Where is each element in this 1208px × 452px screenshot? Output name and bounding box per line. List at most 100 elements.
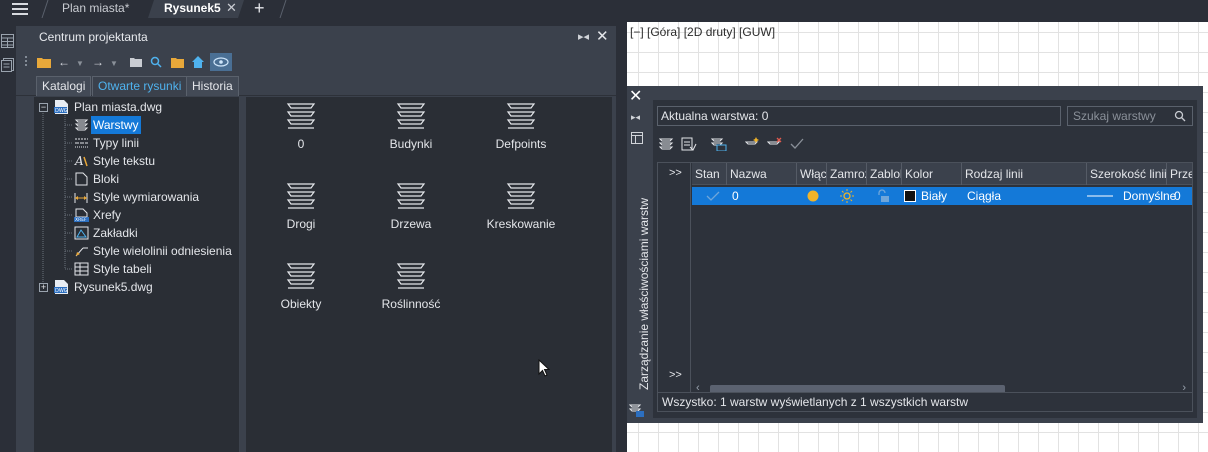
viewport-controls[interactable]: [−] [Góra] [2D druty] [GUW] — [630, 25, 775, 39]
set-current-icon[interactable] — [789, 137, 805, 151]
layers-icon — [506, 183, 536, 209]
tree-label: Style wielolinii odniesienia — [93, 244, 232, 258]
file-tab-plan-miasta[interactable]: Plan miasta* — [52, 0, 148, 18]
column-header-rodzaj-linii[interactable]: Rodzaj linii — [962, 163, 1087, 185]
transparency-value[interactable]: 0 — [1174, 187, 1181, 205]
layer-item[interactable]: 0 — [246, 101, 356, 161]
search-layer-input[interactable]: Szukaj warstwy — [1067, 106, 1193, 126]
tree-node-rysunek5[interactable]: + DWG Rysunek5.dwg — [34, 278, 240, 296]
auto-hide-icon[interactable]: ▸◂ — [631, 112, 640, 123]
tree-label: Style wymiarowania — [93, 190, 200, 204]
column-header-zamroz[interactable]: Zamroź — [827, 163, 867, 185]
color-swatch[interactable] — [904, 190, 916, 202]
file-tab-label: Rysunek5 — [164, 1, 221, 15]
column-header-przezroczystosc[interactable]: Prze — [1167, 163, 1192, 185]
hamburger-icon[interactable] — [10, 0, 30, 16]
layer-item-label: Roślinność — [381, 297, 441, 311]
lineweight-value[interactable]: Domyślne — [1123, 187, 1176, 205]
layer-name[interactable]: 0 — [732, 187, 739, 205]
layer-item[interactable]: Drogi — [246, 181, 356, 241]
back-icon[interactable]: ← — [58, 55, 70, 69]
delete-layer-icon[interactable] — [767, 137, 783, 151]
tab-katalogi[interactable]: Katalogi — [36, 76, 92, 96]
layer-item[interactable]: Kreskowanie — [466, 181, 576, 241]
column-header-szerokosc-linii[interactable]: Szerokość linii — [1087, 163, 1167, 185]
close-icon[interactable]: ✕ — [629, 86, 642, 106]
sun-thaw-icon[interactable] — [840, 189, 854, 203]
tree-item-bloki[interactable]: Bloki — [34, 170, 240, 188]
new-layer-icon[interactable] — [745, 137, 761, 151]
expand-icon[interactable]: + — [39, 283, 48, 292]
close-icon[interactable]: ✕ — [596, 27, 609, 45]
add-tab-icon[interactable]: + — [254, 0, 265, 19]
close-tab-icon[interactable]: ✕ — [226, 0, 237, 16]
linetype-name[interactable]: Ciągła — [967, 187, 1001, 205]
dimension-style-icon — [74, 193, 88, 203]
tab-separator — [41, 0, 49, 18]
tree-label: Xrefy — [93, 208, 122, 222]
search-icon[interactable] — [1174, 110, 1186, 122]
layer-item-label: Kreskowanie — [486, 217, 556, 231]
unlock-icon[interactable] — [876, 189, 890, 203]
new-group-filter-icon[interactable] — [681, 137, 697, 151]
load-folder-icon[interactable] — [37, 56, 51, 68]
up-folder-icon[interactable] — [130, 57, 142, 67]
tree-item-xrefy[interactable]: XREF Xrefy — [34, 206, 240, 224]
layer-item[interactable]: Roślinność — [356, 261, 466, 321]
layer-table: >> >> Stan Nazwa Włąc Zamroź Zablok Kolo… — [657, 162, 1193, 398]
tree-label: Zakładki — [93, 226, 138, 240]
layer-item-label: Defpoints — [495, 137, 547, 151]
tab-historia[interactable]: Historia — [186, 76, 239, 96]
back-dropdown-icon[interactable]: ▼ — [76, 59, 84, 68]
layers-icon — [286, 263, 316, 289]
file-tab-rysunek5[interactable]: Rysunek5 ✕ — [148, 0, 244, 18]
tree-item-warstwy[interactable]: Warstwy — [34, 116, 240, 134]
tree-item-typy-linii[interactable]: Typy linii — [34, 134, 240, 152]
column-header-wlacz[interactable]: Włąc — [797, 163, 827, 185]
layer-item-label: Obiekty — [280, 297, 322, 311]
properties-menu-icon[interactable] — [631, 132, 643, 144]
layers-icon — [506, 103, 536, 129]
new-property-filter-icon[interactable] — [659, 137, 675, 151]
table-row[interactable]: 0 Biały Ciągła Domyślne 0 — [692, 187, 1192, 205]
layer-item[interactable]: Obiekty — [246, 261, 356, 321]
properties-palette-icon[interactable] — [1, 34, 14, 48]
expand-filters-icon[interactable]: >> — [669, 369, 682, 381]
layer-manager-body: Aktualna warstwa: 0 Szukaj warstwy >> >>… — [653, 100, 1197, 418]
tab-label: Katalogi — [42, 79, 86, 93]
search-icon[interactable] — [150, 56, 162, 68]
tree-label: Style tekstu — [93, 154, 156, 168]
search-placeholder: Szukaj warstwy — [1073, 109, 1156, 123]
design-center-titlebar[interactable]: Centrum projektanta ▸◂ ✕ — [16, 26, 616, 48]
layer-states-icon[interactable] — [711, 137, 727, 151]
home-icon[interactable] — [192, 56, 204, 68]
preview-toggle-icon[interactable] — [210, 53, 232, 71]
layer-item[interactable]: Drzewa — [356, 181, 466, 241]
content-area: 0 Budynki Defpoints Drogi Drzewa Kreskow… — [246, 97, 612, 452]
tree-item-style-tabeli[interactable]: Style tabeli — [34, 260, 240, 278]
layers-icon — [396, 263, 426, 289]
expand-filters-icon[interactable]: >> — [669, 167, 682, 179]
sheet-set-icon[interactable] — [1, 58, 14, 72]
tree-item-style-wielolinii[interactable]: Style wielolinii odniesienia — [34, 242, 240, 260]
column-header-kolor[interactable]: Kolor — [902, 163, 962, 185]
forward-icon[interactable]: → — [92, 55, 104, 69]
lightbulb-on-icon[interactable] — [806, 189, 820, 203]
layer-item[interactable]: Budynki — [356, 101, 466, 161]
tree-item-style-wymiarowania[interactable]: Style wymiarowania — [34, 188, 240, 206]
column-header-stan[interactable]: Stan — [692, 163, 727, 185]
color-name[interactable]: Biały — [921, 187, 947, 205]
tab-otwarte-rysunki[interactable]: Otwarte rysunki — [92, 76, 188, 96]
current-layer-field: Aktualna warstwa: 0 — [657, 106, 1061, 126]
column-header-zablok[interactable]: Zablok — [867, 163, 902, 185]
column-header-nazwa[interactable]: Nazwa — [727, 163, 797, 185]
tree-node-plan-miasta[interactable]: − DWG Plan miasta.dwg — [34, 98, 240, 116]
tree-item-style-tekstu[interactable]: A Style tekstu — [34, 152, 240, 170]
favorites-icon[interactable] — [171, 56, 184, 68]
collapse-icon[interactable]: − — [39, 103, 48, 112]
tree-item-zakladki[interactable]: Zakładki — [34, 224, 240, 242]
palette-title: Zarządzanie właściwościami warstw — [637, 197, 651, 390]
auto-hide-icon[interactable]: ▸◂ — [578, 30, 589, 43]
forward-dropdown-icon[interactable]: ▼ — [110, 59, 118, 68]
layer-item[interactable]: Defpoints — [466, 101, 576, 161]
